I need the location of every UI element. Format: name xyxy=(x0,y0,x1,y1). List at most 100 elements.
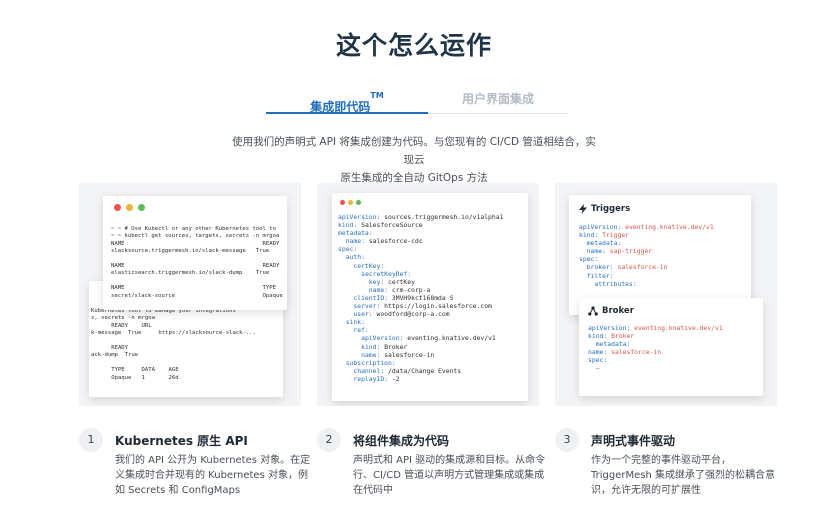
yaml-key: apiVersion: xyxy=(338,213,381,221)
minimize-dot-icon xyxy=(126,204,133,211)
yaml-line: name: sap-trigger xyxy=(579,247,714,255)
yaml-line: broker: salesforce-in xyxy=(579,263,714,271)
front-terminal-card: ~ ~ # Use Kubectl or any other Kubernete… xyxy=(103,196,287,310)
broker-icon xyxy=(588,306,598,316)
step-title: Kubernetes 原生 API xyxy=(115,434,248,448)
description-line: 使用我们的声明式 API 将集成创建为代码。与您现有的 CI/CD 管道相结合，… xyxy=(232,136,596,166)
yaml-key: name: xyxy=(368,285,389,294)
yaml-line: kind: SalesforceSource xyxy=(338,221,503,229)
yaml-value: – xyxy=(595,364,600,373)
yaml-key: user: xyxy=(353,310,373,319)
yaml-line: secretKeyRef: xyxy=(338,270,503,278)
yaml-line: name: salesforce-in xyxy=(588,348,723,356)
yaml-value: SalesforceSource xyxy=(357,221,423,230)
step-number: 3 xyxy=(555,428,579,452)
yaml-line: kind: Broker xyxy=(588,332,723,340)
page-title: 这个怎么运作 xyxy=(335,31,492,60)
close-dot-icon xyxy=(340,200,345,205)
yaml-line: ref: xyxy=(338,326,503,334)
yaml-key: server: xyxy=(353,302,381,311)
yaml-key: metadata: xyxy=(595,340,631,349)
yaml-line: certKey: xyxy=(338,262,503,270)
yaml-value: /data/Change Events xyxy=(384,366,462,375)
yaml-key: broker: xyxy=(586,263,614,272)
yaml-line: clientID: 3MVH9kct168mda S xyxy=(338,294,503,302)
yaml-value: woodford@corp-a.com xyxy=(372,310,450,319)
yaml-value: crm-corp-a xyxy=(388,285,431,294)
yaml-key: name: xyxy=(345,237,365,246)
yaml-line: spec: xyxy=(579,255,714,263)
yaml-key: spec: xyxy=(579,255,599,264)
yaml-line: user: woodford@corp-a.com xyxy=(338,310,503,318)
step-description: 我们的 API 公开为 Kubernetes 对象。在定义集成时合并现有的 Ku… xyxy=(115,455,311,496)
yaml-key: kind: xyxy=(338,221,358,230)
yaml-line: filter: xyxy=(579,272,714,280)
yaml-line: name: crm-corp-a xyxy=(338,286,503,294)
yaml-line: server: https://login.salesforce.com xyxy=(338,302,503,310)
yaml-line: metadata: xyxy=(579,239,714,247)
yaml-value: eventing.knative.dev/v1 xyxy=(630,324,723,332)
yaml-line: metadata: xyxy=(588,340,723,348)
yaml-line: key: certKey xyxy=(338,278,503,286)
yaml-value: Broker xyxy=(607,332,635,341)
step-description: 声明式和 API 驱动的集成源和目标。从命令行、CI/CD 管道以声明方式管理集… xyxy=(353,455,546,496)
yaml-line: apiVersion: eventing.knative.dev/v1 xyxy=(579,223,714,231)
yaml-key: metadata: xyxy=(338,229,373,238)
yaml-line: subscription: xyxy=(338,359,503,367)
yaml-key: apiVersion: xyxy=(588,324,631,332)
yaml-line: auth: xyxy=(338,253,503,261)
broker-header: Broker xyxy=(588,306,634,316)
yaml-line: metadata: xyxy=(338,229,503,237)
step-title: 声明式事件驱动 xyxy=(591,434,676,448)
maximize-dot-icon xyxy=(356,200,361,205)
yaml-value: salesforce-in xyxy=(613,263,668,272)
yaml-line: attributes: xyxy=(579,280,714,288)
tab-integration-as-code[interactable]: 集成即代码TM xyxy=(266,82,428,114)
tab-label: 用户界面集成 xyxy=(461,92,534,106)
tab-ui-integration[interactable]: 用户界面集成 xyxy=(428,82,568,114)
yaml-key: ref: xyxy=(353,326,369,335)
yaml-line: spec: xyxy=(338,245,503,253)
broker-yaml: apiVersion: eventing.knative.dev/v1 kind:… xyxy=(588,324,723,373)
yaml-key: attributes: xyxy=(594,279,637,288)
yaml-key: spec: xyxy=(338,245,358,254)
step-number: 2 xyxy=(317,428,341,452)
broker-title: Broker xyxy=(602,306,634,316)
step-number: 1 xyxy=(79,428,103,452)
yaml-key: auth: xyxy=(345,253,365,262)
yaml-key: apiVersion: xyxy=(361,334,404,343)
yaml-key: name: xyxy=(361,350,381,359)
yaml-key: key: xyxy=(368,277,385,286)
yaml-value: sources.triggermesh.io/v1alpha1 xyxy=(380,213,504,221)
eventing-panel: Triggers apiVersion: eventing.knative.de… xyxy=(555,183,777,406)
triggers-card: Triggers apiVersion: eventing.knative.de… xyxy=(569,195,751,315)
yaml-line: sink: xyxy=(338,318,503,326)
trigger-yaml: apiVersion: eventing.knative.dev/v1 kind:… xyxy=(579,223,714,288)
yaml-line: apiVersion: eventing.knative.dev/v1 xyxy=(338,334,503,342)
tab-bar: 集成即代码TM 用户界面集成 xyxy=(266,82,568,114)
yaml-key: filter: xyxy=(586,271,614,280)
yaml-key: name: xyxy=(586,247,606,256)
yaml-value: salesforce-in xyxy=(607,348,662,357)
step-description: 作为一个完整的事件驱动平台，TriggerMesh 集成继承了强烈的松耦合意识，… xyxy=(591,455,775,496)
yaml-key: apiVersion: xyxy=(579,223,622,231)
yaml-line: replayID: -2 xyxy=(338,375,503,383)
yaml-key: channel: xyxy=(353,366,385,375)
yaml-value: Broker xyxy=(380,342,408,351)
yaml-key: metadata: xyxy=(586,239,622,248)
yaml-key: sink: xyxy=(345,318,365,327)
yaml-line: name: salesforce-in xyxy=(338,351,503,359)
yaml-line: name: salesforce-cdc xyxy=(338,237,503,245)
kubernetes-panel: Kubernetes tool to manage your integrati… xyxy=(79,183,301,406)
yaml-key: replayID: xyxy=(353,374,389,383)
yaml-key: spec: xyxy=(588,356,608,365)
yaml-line: spec: xyxy=(588,356,723,364)
broker-card: Broker apiVersion: eventing.knative.dev/… xyxy=(579,298,763,396)
yaml-key: kind: xyxy=(361,342,381,351)
yaml-line: apiVersion: sources.triggermesh.io/v1alp… xyxy=(338,213,503,221)
yaml-value: sap-trigger xyxy=(605,247,653,256)
salesforce-source-yaml: apiVersion: sources.triggermesh.io/v1alp… xyxy=(338,213,503,383)
yaml-line: apiVersion: eventing.knative.dev/v1 xyxy=(588,324,723,332)
yaml-value: https://login.salesforce.com xyxy=(380,302,492,311)
yaml-key: kind: xyxy=(588,332,608,341)
